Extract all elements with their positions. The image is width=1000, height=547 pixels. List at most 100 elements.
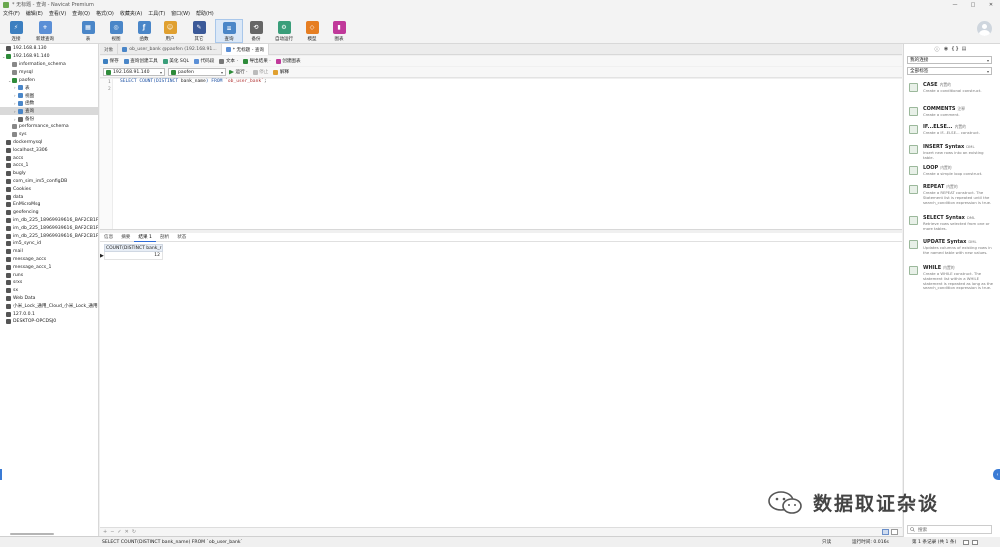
tree-item[interactable]: › 备份 bbox=[0, 115, 34, 123]
tree-item[interactable]: › 视图 bbox=[0, 92, 34, 100]
snippet-list-icon[interactable]: ▤ bbox=[961, 46, 967, 52]
menu-item[interactable]: 查看(V) bbox=[49, 10, 66, 17]
form-view-toggle[interactable] bbox=[972, 539, 978, 545]
tree-item[interactable]: geofencing bbox=[0, 209, 39, 217]
tree-item[interactable]: message_accs_1 bbox=[0, 263, 51, 271]
query-builder-button[interactable]: 查询创建工具 bbox=[123, 58, 158, 64]
tab-table[interactable]: ob_user_bank @paofen (192.168.91... bbox=[118, 44, 222, 55]
connection-filter-select[interactable]: 我的连接 ▾ bbox=[907, 56, 992, 64]
tab-objects[interactable]: 对象 bbox=[100, 44, 119, 55]
refresh-button[interactable]: ↻ bbox=[132, 529, 136, 535]
tree-item[interactable]: › 函数 bbox=[0, 100, 34, 108]
tree-item[interactable]: Web Data bbox=[0, 295, 35, 303]
sql-editor[interactable]: 1 2 SELECT COUNT(DISTINCT bank_name) FRO… bbox=[100, 79, 902, 229]
tree-item[interactable]: im_db_225_18969939616_BAF2CB1F- bbox=[0, 232, 98, 240]
tree-item[interactable]: 127.0.0.1 bbox=[0, 310, 35, 318]
toolbar-view-button[interactable]: ◎ 视图 bbox=[102, 19, 130, 43]
save-button[interactable]: 保存 bbox=[103, 58, 119, 64]
maximize-button[interactable]: □ bbox=[964, 2, 982, 8]
tree-item[interactable]: accs bbox=[0, 154, 23, 162]
column-header[interactable]: COUNT(DISTINCT bank_r bbox=[104, 244, 163, 252]
tree-item[interactable]: sys bbox=[0, 131, 27, 139]
tree-item[interactable]: localhost_3306 bbox=[0, 146, 48, 154]
toolbar-function-button[interactable]: ƒ 函数 bbox=[130, 19, 158, 43]
database-select[interactable]: paofen ▾ bbox=[168, 68, 226, 76]
tab-query[interactable]: * 无标题 - 查询 bbox=[221, 44, 270, 55]
tree-item[interactable]: DESKTOP-OPCDSJ0 bbox=[0, 318, 56, 326]
tree-item[interactable]: 192.168.8.130 bbox=[0, 45, 47, 53]
tree-item[interactable]: data bbox=[0, 193, 23, 201]
menu-item[interactable]: 收藏夹(A) bbox=[120, 10, 142, 17]
tree-item[interactable]: ⌄ 192.168.91.140 bbox=[0, 53, 50, 61]
tree-item[interactable]: im_db_225_18969939616_BAF2CB1F- bbox=[0, 224, 98, 232]
toolbar-query-button[interactable]: ≡ 查询 bbox=[215, 19, 243, 43]
collapse-panel-button[interactable]: ‹ bbox=[993, 469, 1000, 480]
code-icon[interactable]: ❴❵ bbox=[951, 46, 959, 52]
tree-item[interactable]: mail bbox=[0, 248, 23, 256]
text-button[interactable]: 文本 · bbox=[219, 58, 238, 64]
create-chart-button[interactable]: 创建图表 bbox=[275, 58, 301, 64]
snippet-button[interactable]: 代码段 bbox=[194, 58, 214, 64]
apply-button[interactable]: ✓ bbox=[117, 529, 121, 535]
tree-item[interactable]: bugly bbox=[0, 170, 26, 178]
discard-button[interactable]: ✕ bbox=[125, 529, 129, 535]
table-cell[interactable]: 12 bbox=[104, 252, 163, 260]
ddl-icon[interactable]: ◉ bbox=[943, 46, 949, 52]
toolbar-user-button[interactable]: ☺ 用户 bbox=[156, 19, 184, 43]
menu-item[interactable]: 格式(O) bbox=[96, 10, 114, 17]
tree-item[interactable]: performance_schema bbox=[0, 123, 69, 131]
toolbar-new-query-button[interactable]: + 新建查询 bbox=[31, 19, 59, 43]
toolbar-automation-button[interactable]: ⚙ 自动运行 bbox=[270, 19, 298, 43]
snippet-search-input[interactable]: 搜索 bbox=[907, 525, 992, 534]
toolbar-table-button[interactable]: ▦ 表 bbox=[74, 19, 102, 43]
info-icon[interactable]: ⓘ bbox=[934, 46, 940, 53]
close-button[interactable]: ✕ bbox=[982, 2, 1000, 8]
beautify-button[interactable]: 美化 SQL bbox=[162, 58, 189, 64]
tree-item[interactable]: sx bbox=[0, 287, 18, 295]
sidebar-scrollbar[interactable] bbox=[10, 533, 54, 535]
tree-item[interactable]: im5_sync_id bbox=[0, 240, 41, 248]
toolbar-backup-button[interactable]: ⟲ 备份 bbox=[242, 19, 270, 43]
tree-item[interactable]: ⌄ paofen bbox=[0, 76, 35, 84]
form-view-button[interactable] bbox=[891, 529, 898, 535]
tree-item[interactable]: message_accs bbox=[0, 256, 46, 264]
toolbar-tools-button[interactable]: ✎ 其它 bbox=[185, 19, 213, 43]
tree-item[interactable]: com_sim_im5_configDB bbox=[0, 178, 67, 186]
menu-item[interactable]: 工具(T) bbox=[148, 10, 165, 17]
menu-item[interactable]: 文件(F) bbox=[3, 10, 20, 17]
toolbar-connection-button[interactable]: ⚡ 连接 bbox=[2, 19, 30, 43]
tree-item[interactable]: srxs bbox=[0, 279, 22, 287]
tree-item[interactable]: › 查询 bbox=[0, 107, 98, 116]
result-tab[interactable]: 剖析 bbox=[156, 233, 173, 242]
export-button[interactable]: 导出结果 · bbox=[242, 58, 271, 64]
expand-sidebar-handle[interactable] bbox=[0, 469, 2, 480]
tree-item[interactable]: › 表 bbox=[0, 84, 30, 92]
add-row-button[interactable]: + bbox=[103, 529, 107, 535]
tree-item[interactable]: dockermysql bbox=[0, 139, 42, 147]
tag-filter-select[interactable]: 全部标签 ▾ bbox=[907, 67, 992, 75]
menu-item[interactable]: 查询(Q) bbox=[72, 10, 90, 17]
toolbar-model-button[interactable]: ◇ 模型 bbox=[298, 19, 326, 43]
toolbar-chart-button[interactable]: ▮ 图表 bbox=[325, 19, 353, 43]
tree-item[interactable]: runs bbox=[0, 271, 23, 279]
grid-view-button[interactable] bbox=[882, 529, 889, 535]
menu-item[interactable]: 编辑(E) bbox=[26, 10, 43, 17]
tree-item[interactable]: accs_1 bbox=[0, 162, 28, 170]
grid-view-toggle[interactable] bbox=[963, 539, 969, 545]
tree-item[interactable]: mysql bbox=[0, 68, 33, 76]
sql-code[interactable]: SELECT COUNT(DISTINCT bank_name) FROM `o… bbox=[120, 79, 267, 84]
run-button[interactable]: 运行 · bbox=[229, 69, 248, 75]
result-tab[interactable]: 状态 bbox=[173, 233, 190, 242]
stop-button[interactable]: 停止 bbox=[252, 69, 268, 75]
minimize-button[interactable]: — bbox=[946, 2, 964, 8]
delete-row-button[interactable]: − bbox=[110, 529, 114, 535]
tree-item[interactable]: Cookies bbox=[0, 185, 31, 193]
menu-item[interactable]: 窗口(W) bbox=[171, 10, 190, 17]
result-tab[interactable]: 信息 bbox=[100, 233, 117, 242]
result-tab[interactable]: 结果 1 bbox=[134, 233, 156, 242]
tree-item[interactable]: im_db_225_18969939616_BAF2CB1F- bbox=[0, 217, 98, 225]
explain-button[interactable]: 解释 bbox=[273, 69, 289, 75]
tree-item[interactable]: information_schema bbox=[0, 61, 66, 69]
tree-item[interactable]: 小米_Lock_通用_Cloud_小米_Lock_通用 bbox=[0, 302, 98, 310]
result-tab[interactable]: 摘要 bbox=[117, 233, 134, 242]
